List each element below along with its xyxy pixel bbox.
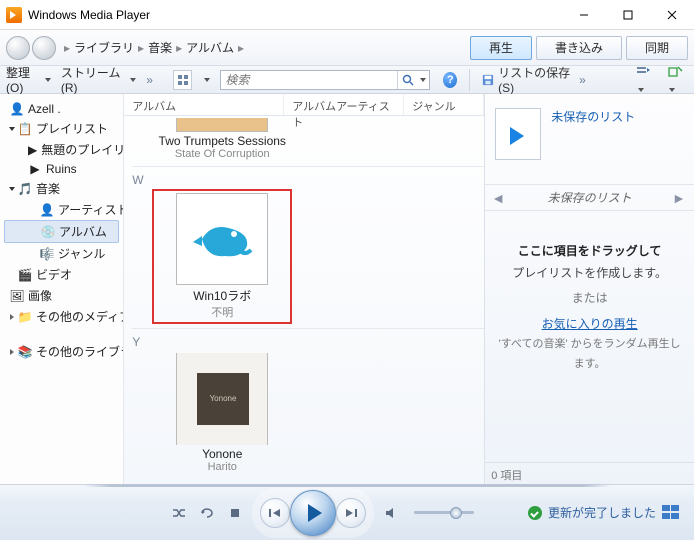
stop-button[interactable] — [224, 502, 246, 524]
playlist-file-icon — [495, 108, 541, 160]
sidebar-image[interactable]: 🖼画像 — [0, 285, 123, 306]
organize-menu[interactable]: 整理(O) — [6, 64, 51, 95]
album-art: Yonone — [176, 353, 268, 445]
switch-view-button[interactable] — [662, 505, 682, 521]
stream-menu[interactable]: ストリーム(R) — [61, 64, 136, 95]
chevron-right-icon[interactable] — [10, 314, 14, 320]
sidebar-item-genre[interactable]: 🎼ジャンル — [0, 243, 123, 264]
sidebar-user[interactable]: 👤Azell . — [0, 100, 123, 118]
chevron-down-icon[interactable] — [9, 127, 15, 131]
sidebar-other-libraries[interactable]: 📚その他のライブラリ — [0, 341, 123, 362]
album-item-selected[interactable]: Win10ラボ 不明 — [152, 189, 292, 324]
sidebar-video[interactable]: 🎬ビデオ — [0, 264, 123, 285]
forward-button[interactable] — [32, 36, 56, 60]
save-list-button[interactable]: リストの保存(S) — [482, 64, 573, 95]
search-input[interactable] — [221, 73, 397, 87]
sidebar-item-artist[interactable]: 👤アーティスト — [0, 199, 123, 220]
sidebar-other-media[interactable]: 📁その他のメディア — [0, 306, 123, 327]
sync-complete-icon — [528, 506, 542, 520]
drop-zone[interactable]: ここに項目をドラッグして プレイリストを作成します。 または お気に入りの再生 … — [485, 211, 694, 375]
item-count: 0 項目 — [485, 462, 694, 484]
status-text: 更新が完了しました — [548, 504, 656, 521]
playlist-pane: 未保存のリスト ◄ 未保存のリスト ► ここに項目をドラッグして プレイリストを… — [484, 94, 694, 484]
minimize-button[interactable] — [562, 0, 606, 30]
chevron-right-icon[interactable] — [10, 349, 14, 355]
sidebar-item-untitled[interactable]: ▶無題のプレイリスト — [0, 139, 123, 160]
sidebar-music[interactable]: 🎵音楽 — [0, 178, 123, 199]
sidebar-item-ruins[interactable]: ▶Ruins — [0, 160, 123, 178]
sidebar: 👤Azell . 📋プレイリスト ▶無題のプレイリスト ▶Ruins 🎵音楽 👤… — [0, 94, 124, 484]
section-y: Y — [132, 328, 484, 351]
help-icon[interactable]: ? — [443, 72, 457, 88]
maximize-button[interactable] — [606, 0, 650, 30]
album-item[interactable]: Yonone Yonone Harito — [152, 351, 292, 475]
column-headers[interactable]: アルバム アルバムアーティスト ジャンル — [124, 94, 484, 116]
repeat-button[interactable] — [196, 502, 218, 524]
window-title: Windows Media Player — [28, 8, 562, 22]
mute-button[interactable] — [380, 502, 402, 524]
volume-slider[interactable] — [414, 511, 474, 514]
shuffle-button[interactable] — [168, 502, 190, 524]
search-box[interactable] — [220, 70, 430, 90]
back-button[interactable] — [6, 36, 30, 60]
play-button[interactable] — [290, 490, 336, 536]
playlist-title: 未保存のリスト — [548, 189, 632, 206]
close-button[interactable] — [650, 0, 694, 30]
tab-sync[interactable]: 同期 — [626, 36, 688, 60]
search-icon[interactable] — [397, 71, 417, 89]
breadcrumb[interactable]: ▸ライブラリ ▸音楽 ▸アルバム ▸ — [64, 39, 244, 56]
tab-burn[interactable]: 書き込み — [536, 36, 622, 60]
album-art — [176, 193, 268, 285]
album-item[interactable]: Two Trumpets Sessions State Of Corruptio… — [152, 116, 292, 162]
favorites-play-link[interactable]: お気に入りの再生 — [542, 317, 638, 331]
unsaved-list-link[interactable]: 未保存のリスト — [551, 110, 635, 124]
sidebar-item-album[interactable]: 💿アルバム — [4, 220, 119, 243]
sidebar-playlist[interactable]: 📋プレイリスト — [0, 118, 123, 139]
app-icon — [6, 7, 22, 23]
tab-play[interactable]: 再生 — [470, 36, 532, 60]
next-button[interactable] — [336, 498, 366, 528]
previous-button[interactable] — [260, 498, 290, 528]
next-list-button[interactable]: ► — [672, 190, 688, 206]
chevron-down-icon[interactable] — [9, 187, 15, 191]
clear-list-button[interactable] — [667, 64, 688, 95]
view-options[interactable] — [173, 70, 192, 90]
prev-list-button[interactable]: ◄ — [491, 190, 507, 206]
section-w: W — [132, 166, 484, 189]
svg-text:Yonone: Yonone — [210, 394, 237, 403]
list-options-button[interactable] — [634, 64, 657, 95]
